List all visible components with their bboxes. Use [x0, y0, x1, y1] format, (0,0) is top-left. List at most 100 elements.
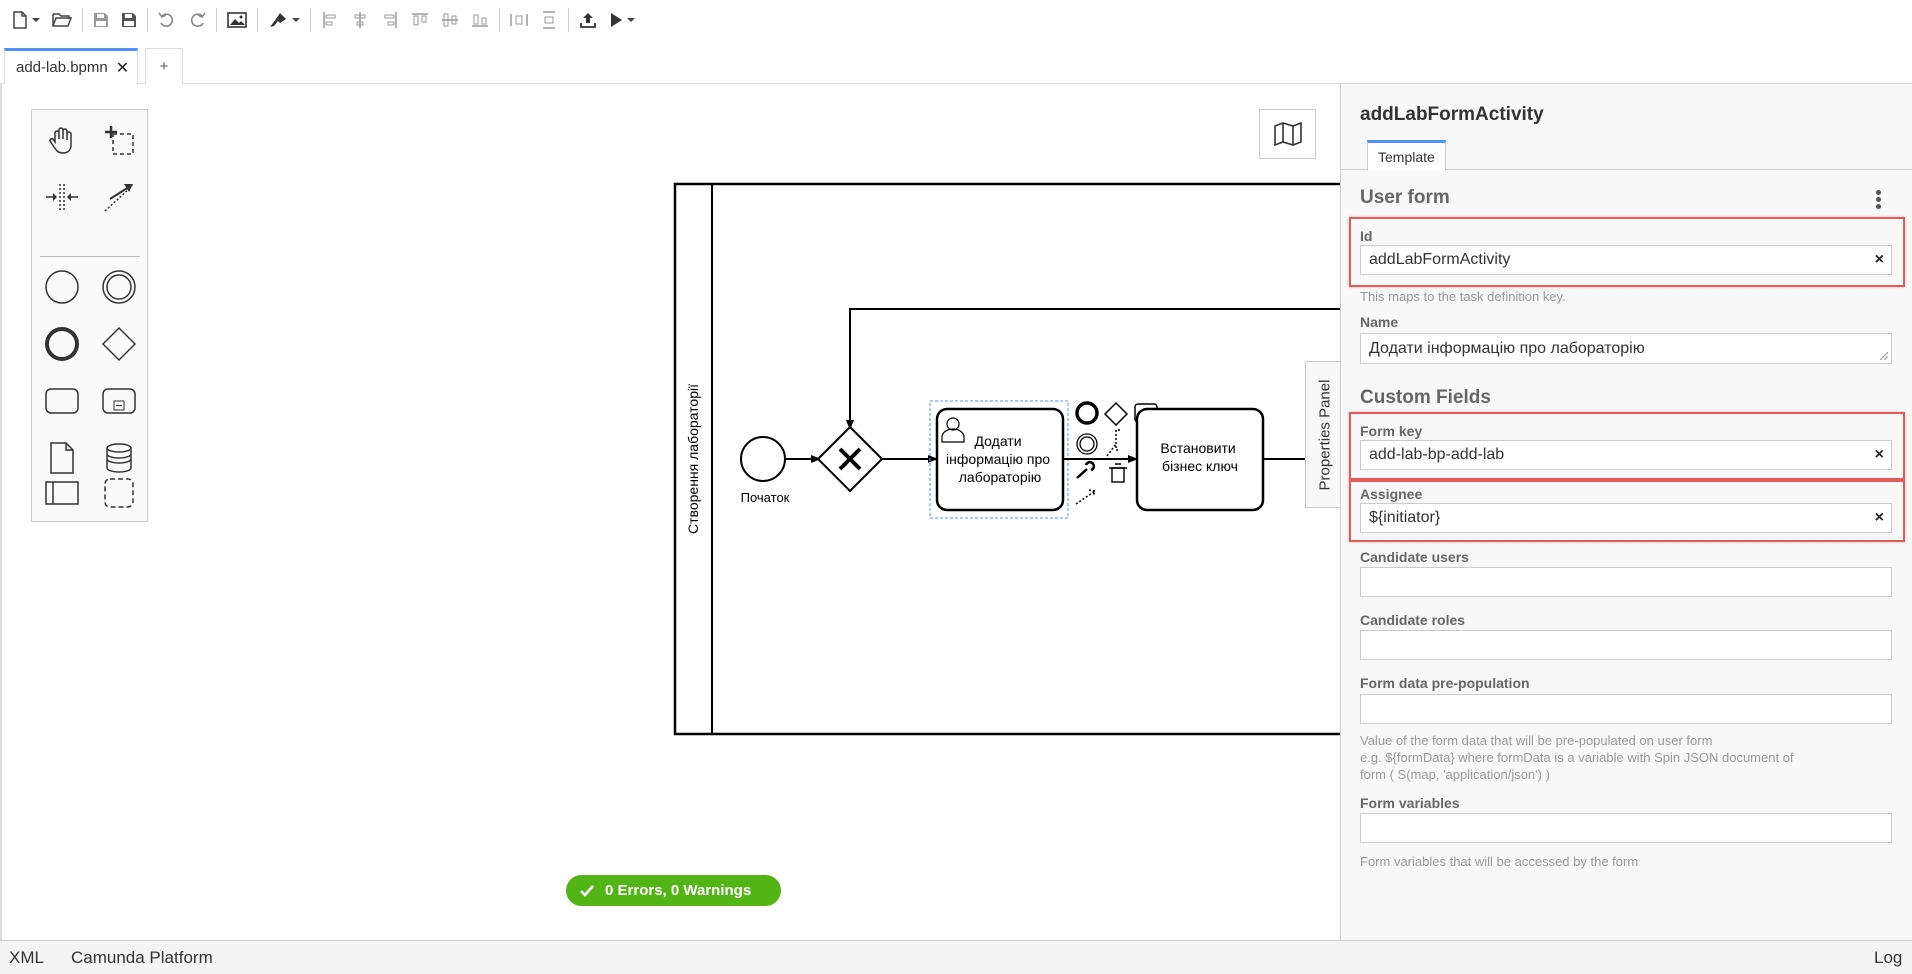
resize-handle-icon[interactable] [1879, 351, 1889, 361]
chevron-down-icon [292, 18, 300, 22]
candidate-users-label: Candidate users [1360, 549, 1469, 565]
align-top-icon [412, 13, 428, 26]
more-options-icon[interactable] [1870, 188, 1886, 212]
run-icon [611, 13, 622, 27]
deploy-button[interactable] [573, 2, 603, 38]
create-gateway-button[interactable] [94, 319, 144, 369]
add-tab-button[interactable]: + [145, 48, 183, 84]
lasso-tool-button[interactable] [94, 115, 144, 165]
properties-panel-toggle[interactable]: Properties Panel [1305, 361, 1340, 508]
global-connect-tool-button[interactable] [94, 172, 144, 222]
color-picker-button[interactable] [262, 2, 306, 38]
lasso-tool-icon [105, 126, 134, 155]
tab-template[interactable]: Template [1367, 140, 1446, 171]
prepopulation-hint-line: e.g. ${formData} where formData is a var… [1360, 750, 1794, 765]
diagram-canvas[interactable]: Створення лабораторії Початок Додати інф… [0, 84, 1340, 940]
align-top-button[interactable] [405, 2, 435, 38]
align-left-button[interactable] [315, 2, 345, 38]
properties-panel-toggle-label: Properties Panel [1316, 379, 1333, 490]
minimap-toggle-button[interactable] [1259, 109, 1316, 159]
create-end-event-button[interactable] [37, 319, 87, 369]
map-icon [1273, 121, 1302, 147]
name-label: Name [1360, 314, 1399, 330]
export-image-button[interactable] [221, 2, 253, 38]
status-bar: XML Camunda Platform Log [0, 940, 1912, 974]
space-tool-icon [46, 184, 78, 210]
undo-button[interactable] [152, 2, 182, 38]
open-file-icon [52, 13, 72, 27]
align-bottom-icon [472, 14, 488, 27]
user-task-add-lab-info[interactable]: Додати інформацію про лабораторію [935, 407, 1065, 512]
end-event-icon [45, 327, 79, 361]
task-label-line: Встановити [1160, 440, 1235, 456]
tab-add-lab[interactable]: add-lab.bpmn ✕ [4, 48, 138, 84]
align-left-icon [323, 12, 336, 28]
open-file-button[interactable] [46, 2, 78, 38]
new-file-button[interactable] [6, 2, 46, 38]
create-group-button[interactable] [94, 468, 144, 518]
modeler-app: add-lab.bpmn ✕ + Створення лабораторії П… [0, 0, 1912, 974]
create-subprocess-button[interactable] [94, 376, 144, 426]
service-task-set-business-key[interactable]: Встановити бізнес ключ [1135, 407, 1265, 512]
create-task-button[interactable] [37, 376, 87, 426]
append-end-event-icon[interactable] [1075, 401, 1099, 425]
id-value: addLabFormActivity [1369, 251, 1511, 268]
chevron-down-icon [627, 18, 635, 22]
align-middle-button[interactable] [435, 2, 465, 38]
start-event-label: Початок [741, 490, 790, 505]
name-field[interactable]: Додати інформацію про лабораторію [1360, 333, 1892, 364]
distribute-vertical-button[interactable] [534, 2, 564, 38]
name-value: Додати інформацію про лабораторію [1369, 339, 1645, 357]
form-variables-label: Form variables [1360, 795, 1460, 811]
clear-assignee-icon[interactable]: × [1875, 509, 1884, 527]
save-as-button[interactable] [115, 2, 143, 38]
create-start-event-button[interactable] [37, 262, 87, 312]
check-icon [580, 884, 594, 897]
distribute-vertical-icon [543, 11, 555, 29]
xml-tab-link[interactable]: XML [9, 948, 44, 968]
align-center-button[interactable] [345, 2, 375, 38]
create-pool-button[interactable] [37, 468, 87, 518]
prepopulation-field[interactable] [1360, 694, 1892, 724]
candidate-roles-field[interactable] [1360, 630, 1892, 660]
clear-form-key-icon[interactable]: × [1875, 446, 1884, 464]
redo-button[interactable] [182, 2, 212, 38]
toolbar-separator [216, 8, 217, 32]
assignee-field[interactable]: ${initiator} × [1360, 503, 1892, 533]
task-label-line: лабораторію [959, 469, 1041, 485]
align-right-button[interactable] [375, 2, 405, 38]
align-bottom-button[interactable] [465, 2, 495, 38]
save-button[interactable] [87, 2, 115, 38]
id-label: Id [1360, 228, 1373, 244]
lane-label: Створення лабораторії [685, 384, 701, 534]
task-label-line: бізнес ключ [1162, 458, 1238, 474]
prepopulation-hint-line: Value of the form data that will be pre-… [1360, 733, 1713, 748]
start-event[interactable]: Початок [740, 436, 790, 505]
deploy-icon [580, 13, 596, 28]
toolbar-separator [568, 8, 569, 32]
close-icon[interactable]: ✕ [116, 58, 129, 78]
element-title: addLabFormActivity [1360, 104, 1544, 125]
id-field[interactable]: addLabFormActivity × [1360, 245, 1892, 275]
form-key-field[interactable]: add-lab-bp-add-lab × [1360, 440, 1892, 470]
assignee-value: ${initiator} [1369, 509, 1441, 526]
properties-tabs: Template [1341, 140, 1912, 171]
form-variables-field[interactable] [1360, 813, 1892, 843]
space-tool-button[interactable] [37, 172, 87, 222]
subprocess-icon [102, 388, 136, 414]
align-right-icon [384, 12, 397, 28]
log-toggle[interactable]: Log [1874, 948, 1902, 968]
form-key-value: add-lab-bp-add-lab [1369, 446, 1505, 463]
candidate-roles-label: Candidate roles [1360, 612, 1466, 628]
candidate-users-field[interactable] [1360, 567, 1892, 597]
platform-link[interactable]: Camunda Platform [71, 948, 213, 968]
form-key-label: Form key [1360, 423, 1423, 439]
create-intermediate-event-button[interactable] [94, 262, 144, 312]
run-button[interactable] [603, 2, 641, 38]
hand-tool-button[interactable] [37, 115, 87, 165]
task-label-line: інформацію про [946, 451, 1050, 467]
status-badge[interactable]: 0 Errors, 0 Warnings [566, 875, 781, 906]
distribute-horizontal-button[interactable] [504, 2, 534, 38]
clear-id-icon[interactable]: × [1875, 251, 1884, 269]
new-file-icon [13, 11, 27, 29]
